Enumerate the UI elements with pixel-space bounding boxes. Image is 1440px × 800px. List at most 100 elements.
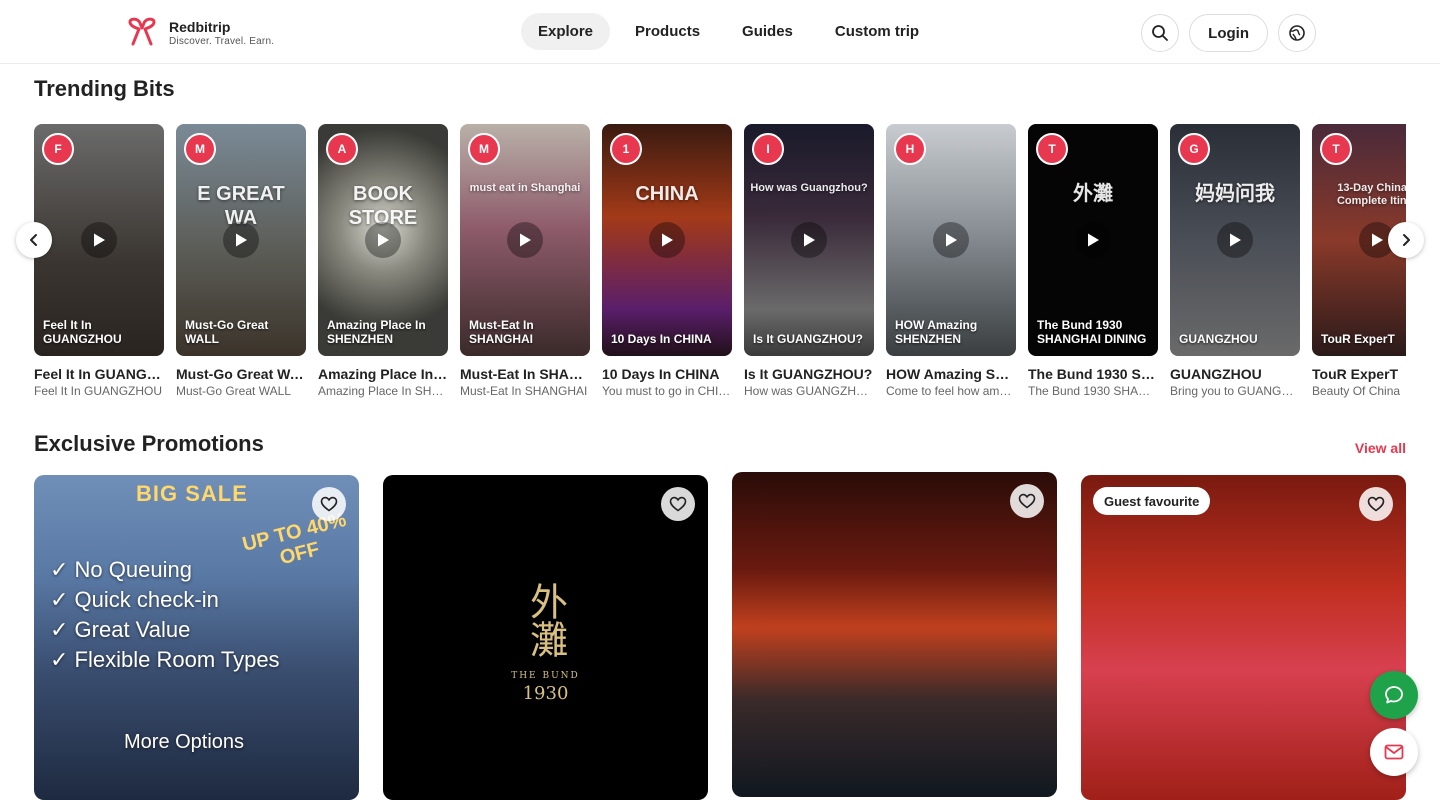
creator-avatar[interactable]: M xyxy=(184,133,216,165)
sale-headline: BIG SALE xyxy=(136,481,248,506)
trending-bit-card[interactable]: How was Guangzhou? I Is It GUANGZHOU? Is It… xyxy=(744,124,874,398)
trending-bit-card[interactable]: F Feel It In GUANGZHOU Feel It In GUANGZHO… xyxy=(34,124,164,398)
video-thumbnail[interactable]: BOOK STORE A Amazing Place In SHENZHEN xyxy=(318,124,448,356)
trending-bit-card[interactable]: must eat in Shanghai M Must-Eat In SHANGHA… xyxy=(460,124,590,398)
tab-custom-trip[interactable]: Custom trip xyxy=(818,13,936,50)
trending-bit-card[interactable]: CHINA 1 10 Days In CHINA 10 Days In CHINA Yo… xyxy=(602,124,732,398)
thumbnail-art-text: 妈妈问我 xyxy=(1195,183,1275,205)
sale-feature-list: ✓ No Queuing ✓ Quick check-in ✓ Great Va… xyxy=(50,555,280,675)
thumbnail-art-text: CHINA xyxy=(635,183,699,205)
creator-avatar[interactable]: 1 xyxy=(610,133,642,165)
play-icon[interactable] xyxy=(1075,222,1111,258)
video-thumbnail[interactable]: F Feel It In GUANGZHOU xyxy=(34,124,164,356)
thumbnail-caption: Amazing Place In SHENZHEN xyxy=(327,318,426,346)
chat-icon xyxy=(1385,686,1403,704)
creator-avatar[interactable]: T xyxy=(1036,133,1068,165)
chat-button[interactable] xyxy=(1370,671,1418,719)
play-icon[interactable] xyxy=(223,222,259,258)
promo-card-performance[interactable] xyxy=(732,472,1057,797)
thumbnail-caption: The Bund 1930 SHANGHAI DINING xyxy=(1037,318,1147,346)
promo-card-hotel-sale[interactable]: BIG SALE UP TO 40% OFF ✓ No Queuing ✓ Qu… xyxy=(34,475,359,800)
bit-title[interactable]: 10 Days In CHINA xyxy=(602,366,732,382)
language-button[interactable] xyxy=(1278,14,1316,52)
trending-bit-card[interactable]: 外灘 T The Bund 1930 SHANGHAI DINING The Bund… xyxy=(1028,124,1158,398)
thumbnail-caption: GUANGZHOU xyxy=(1179,332,1258,346)
favorite-button[interactable] xyxy=(661,487,695,521)
favorite-button[interactable] xyxy=(1359,487,1393,521)
favorite-button[interactable] xyxy=(1010,484,1044,518)
bit-title[interactable]: Feel It In GUANGZHOU xyxy=(34,366,164,382)
tab-guides[interactable]: Guides xyxy=(725,13,810,50)
trending-bit-card[interactable]: 13-Day China T Complete Itiner T TouR Expe… xyxy=(1312,124,1406,398)
bit-title[interactable]: GUANGZHOU xyxy=(1170,366,1300,382)
carousel-prev-button[interactable] xyxy=(16,222,52,258)
main-nav: Explore Products Guides Custom trip xyxy=(521,13,936,50)
video-thumbnail[interactable]: How was Guangzhou? I Is It GUANGZHOU? xyxy=(744,124,874,356)
search-icon xyxy=(1152,25,1169,41)
top-header: Redbitrip Discover. Travel. Earn. Explor… xyxy=(0,0,1440,64)
bit-title[interactable]: TouR ExperT xyxy=(1312,366,1406,382)
tab-explore[interactable]: Explore xyxy=(521,13,611,50)
chevron-right-icon xyxy=(1403,234,1410,246)
bit-title[interactable]: Must-Eat In SHANGHAI xyxy=(460,366,590,382)
thumbnail-art-text: must eat in Shanghai xyxy=(469,182,581,194)
bit-title[interactable]: Is It GUANGZHOU? xyxy=(744,366,874,382)
promo-card-bund-1930[interactable]: 外灘 THE BUND 1930 xyxy=(383,475,708,800)
guest-favourite-badge: Guest favourite xyxy=(1093,487,1211,515)
carousel-next-button[interactable] xyxy=(1388,222,1424,258)
play-icon[interactable] xyxy=(81,222,117,258)
thumbnail-caption: HOW Amazing SHENZHEN xyxy=(895,318,978,346)
play-icon[interactable] xyxy=(933,222,969,258)
play-icon[interactable] xyxy=(1217,222,1253,258)
bit-subtitle: Amazing Place In SHENZHEN xyxy=(318,384,448,398)
promo-card-lion-dance[interactable]: Guest favourite xyxy=(1081,475,1406,800)
bit-title[interactable]: Amazing Place In SHENZHEN xyxy=(318,366,448,382)
search-button[interactable] xyxy=(1141,14,1180,52)
video-thumbnail[interactable]: must eat in Shanghai M Must-Eat In SHANGHA… xyxy=(460,124,590,356)
heart-icon xyxy=(320,496,338,512)
play-icon[interactable] xyxy=(507,222,543,258)
thumbnail-art-text: How was Guangzhou? xyxy=(750,182,868,194)
video-thumbnail[interactable]: 妈妈问我 G GUANGZHOU xyxy=(1170,124,1300,356)
sale-more-options: More Options xyxy=(124,731,245,753)
bit-title[interactable]: HOW Amazing SHENZHEN xyxy=(886,366,1016,382)
login-button[interactable]: Login xyxy=(1189,14,1268,52)
bit-subtitle: The Bund 1930 SHANGHAI DINING xyxy=(1028,384,1158,398)
sale-feature: ✓ Quick check-in xyxy=(50,587,219,612)
brand-logo[interactable]: Redbitrip Discover. Travel. Earn. xyxy=(124,16,274,50)
play-icon[interactable] xyxy=(649,222,685,258)
bit-subtitle: Come to feel how amazing SHENZHEN xyxy=(886,384,1016,398)
favorite-button[interactable] xyxy=(312,487,346,521)
thumbnail-art-text: 外灘 xyxy=(1073,183,1113,205)
creator-avatar[interactable]: M xyxy=(468,133,500,165)
creator-avatar[interactable]: H xyxy=(894,133,926,165)
thumbnail-art-text: 13-Day China T Complete Itiner xyxy=(1336,182,1406,208)
creator-avatar[interactable]: G xyxy=(1178,133,1210,165)
bit-subtitle: Bring you to GUANGZHOU xyxy=(1170,384,1300,398)
trending-bit-card[interactable]: BOOK STORE A Amazing Place In SHENZHEN Amaz… xyxy=(318,124,448,398)
bund-1930-logo: 外灘 THE BUND 1930 xyxy=(511,582,580,704)
creator-avatar[interactable]: T xyxy=(1320,133,1352,165)
creator-avatar[interactable]: I xyxy=(752,133,784,165)
trending-bit-card[interactable]: 妈妈问我 G GUANGZHOU GUANGZHOU Bring you to GUAN… xyxy=(1170,124,1300,398)
bit-subtitle: Must-Eat In SHANGHAI xyxy=(460,384,588,398)
brand-tagline: Discover. Travel. Earn. xyxy=(169,35,275,47)
play-icon[interactable] xyxy=(791,222,827,258)
trending-bit-card[interactable]: H HOW Amazing SHENZHEN HOW Amazing SHENZHE… xyxy=(886,124,1016,398)
view-all-link[interactable]: View all xyxy=(1355,440,1406,456)
heart-icon xyxy=(669,496,687,512)
video-thumbnail[interactable]: CHINA 1 10 Days In CHINA xyxy=(602,124,732,356)
creator-avatar[interactable]: A xyxy=(326,133,358,165)
play-icon[interactable] xyxy=(365,222,401,258)
thumbnail-caption: TouR ExperT xyxy=(1321,332,1395,346)
video-thumbnail[interactable]: E GREAT WA M Must-Go Great WALL xyxy=(176,124,306,356)
trending-bit-card[interactable]: E GREAT WA M Must-Go Great WALL Must-Go Gre… xyxy=(176,124,306,398)
trending-title: Trending Bits xyxy=(34,76,175,101)
bit-title[interactable]: Must-Go Great WALL xyxy=(176,366,306,382)
tab-products[interactable]: Products xyxy=(618,13,717,50)
creator-avatar[interactable]: F xyxy=(42,133,74,165)
bit-title[interactable]: The Bund 1930 SHANGHAI DINING xyxy=(1028,366,1158,382)
video-thumbnail[interactable]: 外灘 T The Bund 1930 SHANGHAI DINING xyxy=(1028,124,1158,356)
message-button[interactable] xyxy=(1370,728,1418,776)
video-thumbnail[interactable]: H HOW Amazing SHENZHEN xyxy=(886,124,1016,356)
